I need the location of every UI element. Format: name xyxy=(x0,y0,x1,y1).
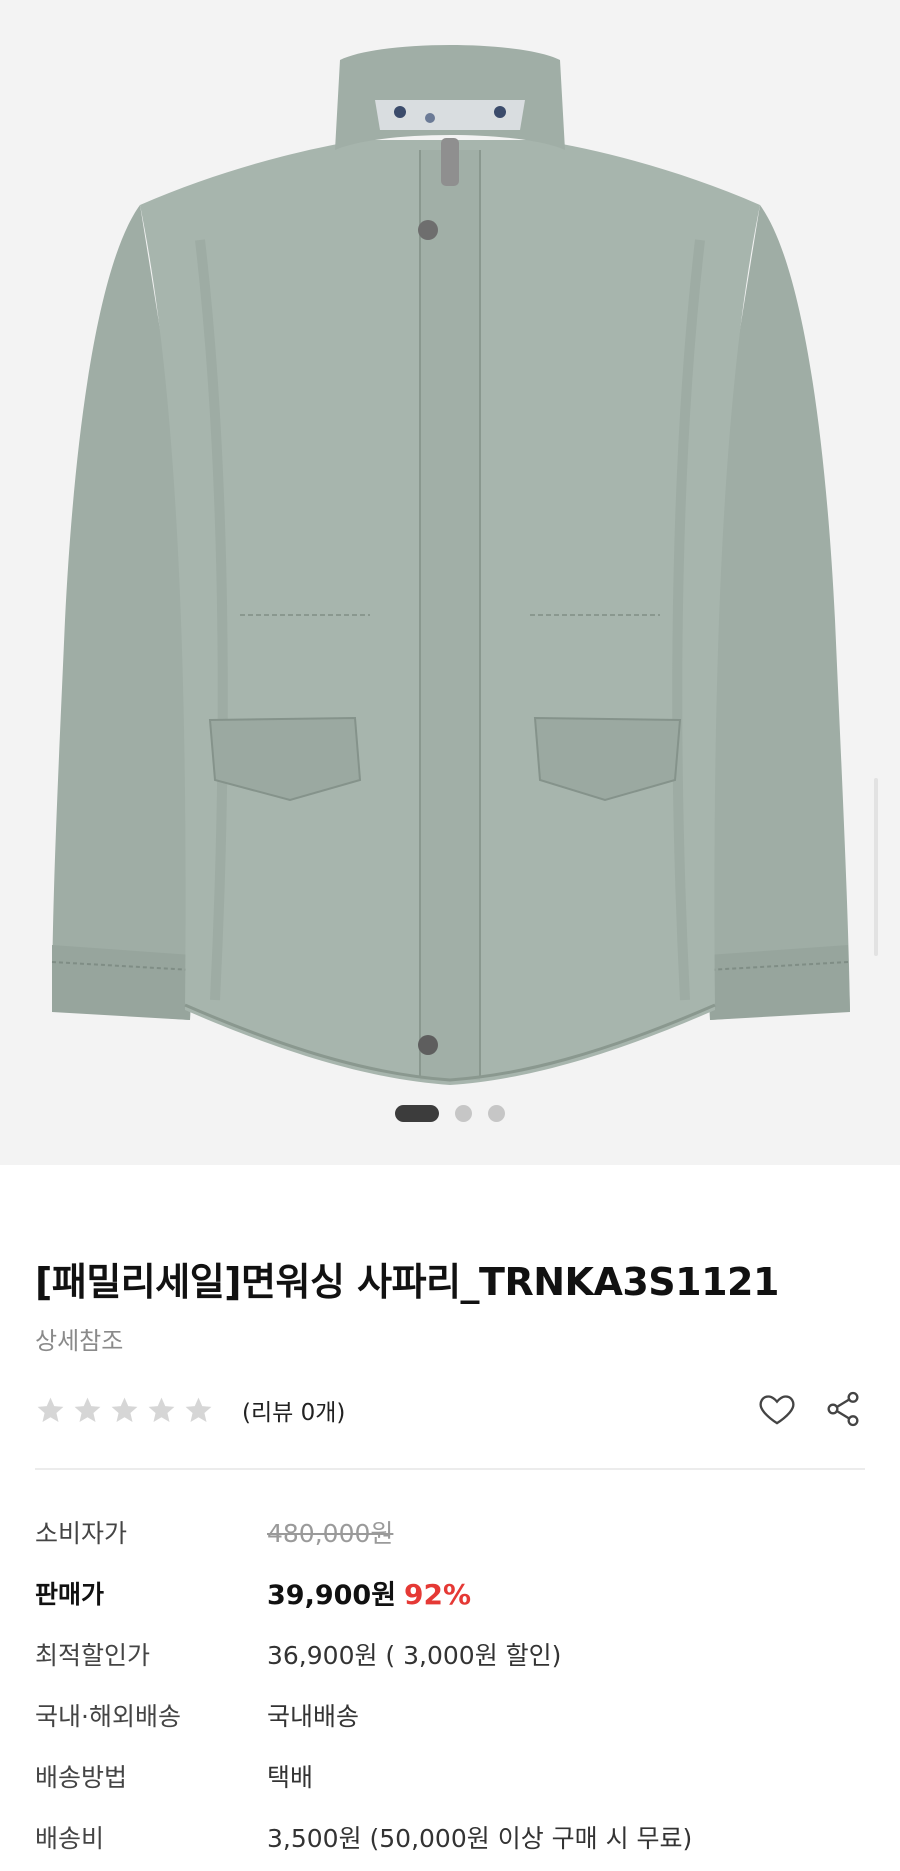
carousel-pagination xyxy=(0,1103,900,1123)
consumer-price-label: 소비자가 xyxy=(35,1518,128,1548)
rating-stars xyxy=(35,1395,214,1426)
star-icon xyxy=(37,1397,64,1422)
product-title: [패밀리세일]면워싱 사파리_TRNKA3S1121 xyxy=(35,1260,779,1304)
product-image xyxy=(51,45,850,1085)
price-info-table: 소비자가 480,000원 판매가 39,900원 92% 최적할인가 36,9… xyxy=(35,1501,865,1867)
best-price-value: 36,900원 ( 3,000원 할인) xyxy=(267,1640,562,1670)
shipping-fee-label: 배송비 xyxy=(35,1823,105,1853)
shipping-method-value: 택배 xyxy=(267,1762,314,1792)
row-consumer-price: 소비자가 480,000원 xyxy=(35,1501,865,1562)
row-best-price: 최적할인가 36,900원 ( 3,000원 할인) xyxy=(35,1623,865,1684)
shipping-method-label: 배송방법 xyxy=(35,1762,128,1792)
product-image-carousel[interactable] xyxy=(0,0,900,1165)
carousel-dot-1[interactable] xyxy=(395,1104,439,1122)
product-actions xyxy=(755,1387,865,1431)
sale-price-value: 39,900원 xyxy=(267,1580,397,1611)
heart-icon xyxy=(759,1395,795,1425)
sale-price-label: 판매가 xyxy=(35,1579,105,1609)
review-count-link[interactable]: (리뷰 0개) xyxy=(242,1393,345,1427)
rating-row: (리뷰 0개) xyxy=(35,1390,345,1430)
star-icon xyxy=(111,1397,138,1422)
consumer-price-value: 480,000원 xyxy=(267,1518,394,1548)
discount-rate-badge: 92% xyxy=(404,1578,472,1611)
product-subtitle: 상세참조 xyxy=(35,1327,124,1355)
share-button[interactable] xyxy=(821,1387,865,1431)
row-shipping-fee: 배송비 3,500원 (50,000원 이상 구매 시 무료) xyxy=(35,1806,865,1867)
row-shipping-region: 국내·해외배송 국내배송 xyxy=(35,1684,865,1745)
share-icon xyxy=(827,1391,859,1427)
carousel-dot-2[interactable] xyxy=(455,1104,472,1122)
row-sale-price: 판매가 39,900원 92% xyxy=(35,1562,865,1623)
best-price-label: 최적할인가 xyxy=(35,1640,151,1670)
section-divider xyxy=(35,1468,865,1470)
image-scroll-indicator xyxy=(874,778,878,956)
shipping-region-label: 국내·해외배송 xyxy=(35,1701,181,1731)
row-shipping-method: 배송방법 택배 xyxy=(35,1745,865,1806)
shipping-region-value: 국내배송 xyxy=(267,1701,360,1731)
star-icon xyxy=(185,1397,212,1422)
carousel-dot-3[interactable] xyxy=(488,1104,505,1122)
star-icon xyxy=(74,1397,101,1422)
shipping-fee-value: 3,500원 (50,000원 이상 구매 시 무료) xyxy=(267,1823,693,1853)
star-icon xyxy=(148,1397,175,1422)
wishlist-button[interactable] xyxy=(755,1387,799,1431)
